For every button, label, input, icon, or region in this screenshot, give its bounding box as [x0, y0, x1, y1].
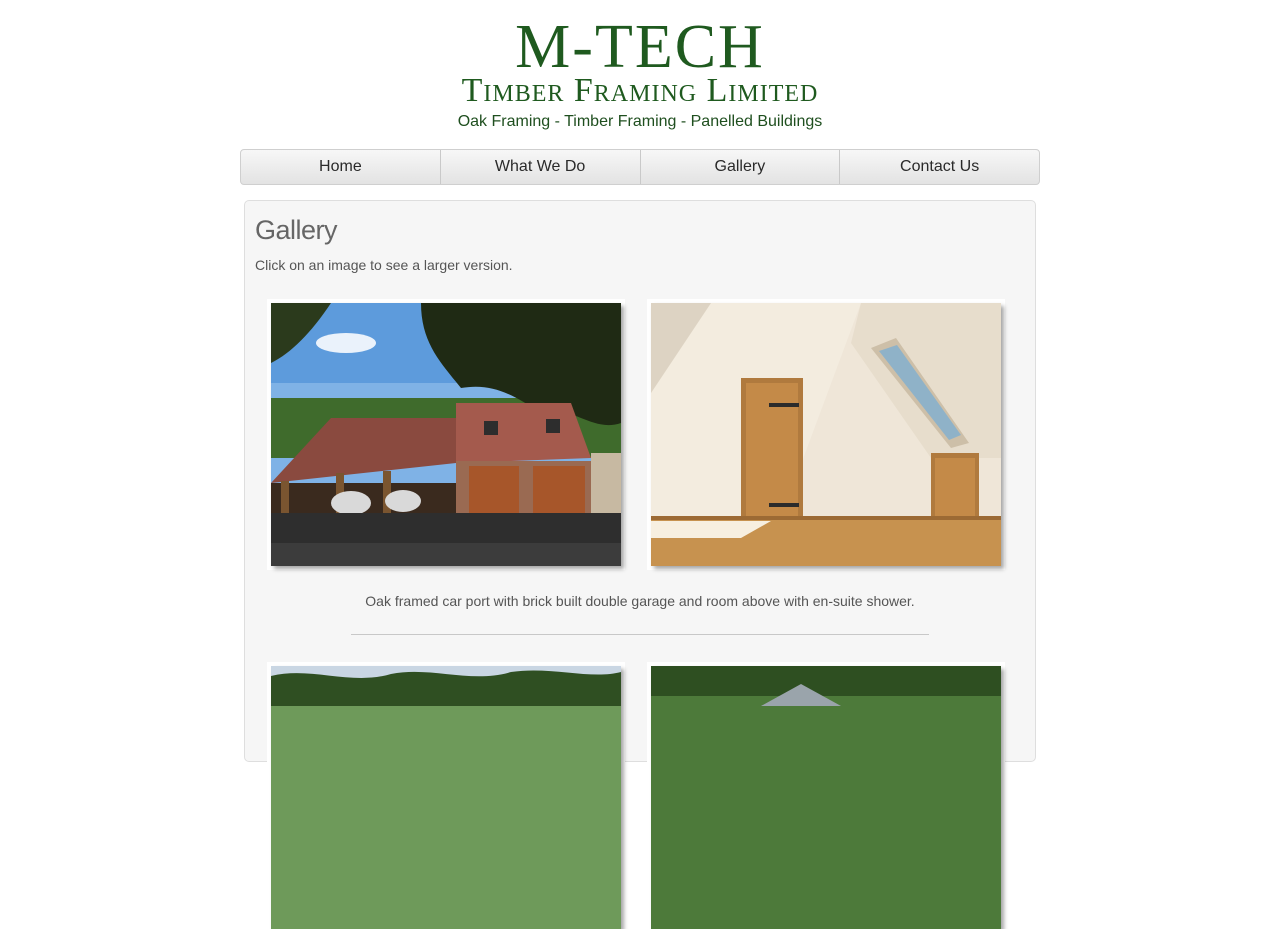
- garden-building-photo: [271, 666, 621, 929]
- site-subtitle: Timber Framing Limited: [461, 72, 819, 109]
- gallery-image-roof-building[interactable]: [651, 666, 1001, 929]
- gallery-image-garden-building[interactable]: [271, 666, 621, 929]
- nav-home[interactable]: Home: [241, 150, 441, 184]
- site-tagline: Oak Framing - Timber Framing - Panelled …: [457, 113, 823, 130]
- nav-what-we-do[interactable]: What We Do: [441, 150, 641, 184]
- gallery-image-attic-room[interactable]: [651, 303, 1001, 566]
- attic-room-photo: [651, 303, 1001, 566]
- main-nav: Home What We Do Gallery Contact Us: [240, 149, 1040, 185]
- gallery-panel: Gallery Click on an image to see a large…: [244, 200, 1036, 929]
- page-intro: Click on an image to see a larger versio…: [255, 257, 513, 273]
- page-title: Gallery: [255, 215, 338, 245]
- image-caption: Oak framed car port with brick built dou…: [365, 593, 915, 609]
- roof-building-photo: [651, 666, 1001, 929]
- gallery-divider: [351, 634, 929, 635]
- gallery-image-garage[interactable]: [271, 303, 621, 566]
- nav-gallery[interactable]: Gallery: [641, 150, 841, 184]
- nav-contact-us[interactable]: Contact Us: [840, 150, 1039, 184]
- site-title: M-TECH: [515, 13, 765, 81]
- garage-carport-photo: [271, 303, 621, 566]
